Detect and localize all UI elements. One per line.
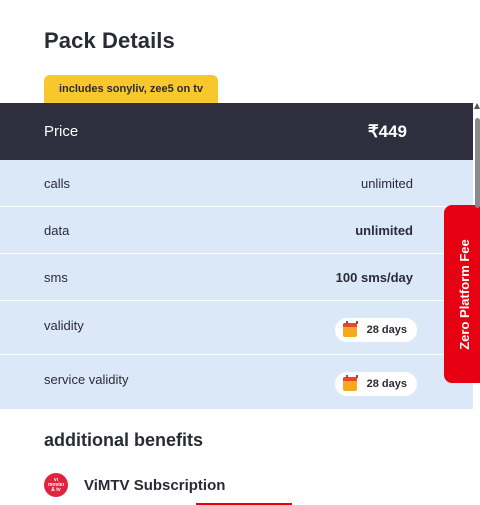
- detail-row-calls: calls unlimited: [0, 160, 473, 207]
- validity-value: 28 days: [366, 324, 407, 336]
- calendar-icon: [342, 321, 358, 337]
- detail-key: data: [44, 222, 70, 238]
- detail-key: validity: [44, 318, 84, 333]
- detail-key: sms: [44, 269, 68, 285]
- side-tab-label: Zero Platform Fee: [456, 238, 472, 350]
- pack-details-table: calls unlimited data unlimited sms 100 s…: [0, 160, 473, 409]
- detail-value: unlimited: [355, 222, 413, 238]
- detail-row-service-validity: service validity 28 days: [0, 355, 473, 409]
- price-bar: Price ₹449: [0, 103, 473, 160]
- calendar-icon: [342, 375, 358, 391]
- benefit-item[interactable]: Vi movies & tv ViMTV Subscription: [44, 473, 225, 497]
- validity-pill: 28 days: [334, 318, 417, 342]
- pack-tag-badge: includes sonyliv, zee5 on tv: [44, 75, 218, 103]
- detail-key: calls: [44, 175, 71, 191]
- scroll-up-arrow-icon[interactable]: [474, 103, 480, 109]
- zero-platform-fee-tab[interactable]: Zero Platform Fee: [444, 205, 480, 383]
- detail-row-validity: validity 28 days: [0, 301, 473, 355]
- page-title: Pack Details: [44, 28, 175, 53]
- benefit-name: ViMTV Subscription: [84, 476, 226, 494]
- vimtv-logo-icon: Vi movies & tv: [44, 473, 68, 497]
- detail-row-sms: sms 100 sms/day: [0, 254, 473, 301]
- detail-value: unlimited: [360, 175, 413, 191]
- scrollbar-thumb[interactable]: [475, 118, 480, 208]
- vimtv-logo-text: Vi movies & tv: [48, 477, 64, 493]
- price-value: ₹449: [367, 121, 407, 141]
- detail-value: 100 sms/day: [335, 269, 413, 285]
- price-label: Price: [44, 123, 79, 140]
- detail-key: service validity: [44, 372, 129, 387]
- service-validity-value: 28 days: [366, 378, 407, 390]
- service-validity-pill: 28 days: [334, 372, 417, 396]
- additional-benefits-title: additional benefits: [44, 430, 204, 450]
- detail-row-data: data unlimited: [0, 207, 473, 254]
